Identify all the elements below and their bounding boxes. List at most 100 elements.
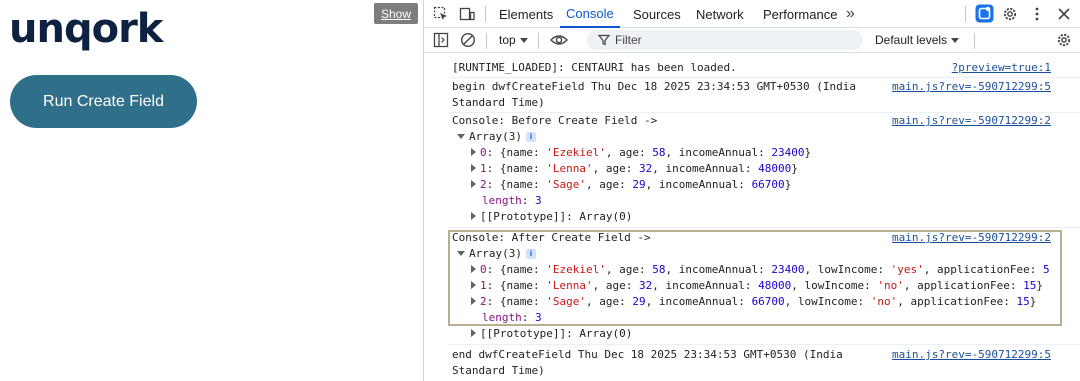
message-divider [448, 227, 1080, 228]
tab-sources[interactable]: Sources [633, 0, 681, 28]
item-name: 'Ezekiel' [546, 146, 606, 159]
array-toggle-before[interactable]: Array(3) i [457, 129, 536, 145]
item-name: 'Ezekiel' [546, 263, 606, 276]
item-income: 66700 [751, 295, 785, 308]
caret-down-icon [520, 38, 528, 43]
array-item-before[interactable]: 0: {name: 'Ezekiel', age: 58, incomeAnnu… [471, 145, 811, 161]
filterbar-separator [486, 33, 487, 49]
item-income: 66700 [751, 178, 785, 191]
length-value: 3 [535, 194, 542, 207]
console-filterbar: top Filter Default levels [424, 28, 1080, 53]
item-fee: 15 [1023, 279, 1037, 292]
array-item-after[interactable]: 2: {name: 'Sage', age: 29, incomeAnnual:… [471, 294, 1036, 310]
filter-funnel-icon [598, 34, 610, 46]
console-message-runtime: [RUNTIME_LOADED]: CENTAURI has been load… [452, 61, 737, 74]
source-link[interactable]: main.js?rev=-590712299:2 [892, 113, 1051, 129]
info-icon: i [525, 249, 536, 259]
tabbar-separator [485, 6, 486, 22]
ai-assistance-icon[interactable] [975, 4, 994, 23]
message-divider [448, 344, 1080, 345]
item-low-income: 'no' [870, 295, 898, 308]
expanded-triangle-icon [457, 134, 465, 139]
item-index: 1 [480, 279, 487, 292]
collapsed-triangle-icon [471, 281, 476, 289]
item-index: 2 [480, 178, 487, 191]
collapsed-triangle-icon [471, 164, 476, 172]
collapsed-triangle-icon [471, 265, 476, 273]
console-message-end-line: end dwfCreateField Thu Dec 18 2025 23:34… [452, 348, 843, 361]
item-age: 58 [652, 146, 666, 159]
more-tabs-icon[interactable]: » [846, 0, 855, 28]
message-divider [448, 77, 1080, 78]
item-index: 2 [480, 295, 487, 308]
item-income: 48000 [758, 279, 792, 292]
prototype-before[interactable]: [[Prototype]]: Array(0) [471, 209, 632, 225]
item-index: 1 [480, 162, 487, 175]
item-name: 'Sage' [546, 295, 586, 308]
tab-network[interactable]: Network [696, 0, 744, 28]
close-devtools-icon[interactable] [1056, 6, 1072, 22]
item-fee: 15 [1016, 295, 1030, 308]
array-item-before[interactable]: 1: {name: 'Lenna', age: 32, incomeAnnual… [471, 161, 798, 177]
filter-input[interactable]: Filter [587, 30, 863, 50]
array-label: Array(3) [469, 130, 522, 143]
clear-console-icon[interactable] [460, 32, 476, 48]
item-index: 0 [480, 146, 487, 159]
console-message-begin-line: begin dwfCreateField Thu Dec 18 2025 23:… [452, 80, 856, 93]
filterbar-separator [974, 33, 975, 49]
settings-gear-icon[interactable] [1002, 6, 1018, 22]
caret-down-icon [951, 38, 959, 43]
console-message-before-label: Console: Before Create Field -> [452, 114, 658, 127]
source-link[interactable]: ?preview=true:1 [952, 60, 1051, 76]
more-options-icon[interactable] [1029, 6, 1045, 22]
prototype-after[interactable]: [[Prototype]]: Array(0) [471, 326, 632, 342]
tab-performance[interactable]: Performance [763, 0, 837, 28]
length-value: 3 [535, 311, 542, 324]
devtools-panel: Elements Console Sources Network Perform… [423, 0, 1080, 381]
unqork-logo: unqork [9, 6, 163, 52]
item-low-income: 'yes' [890, 263, 924, 276]
array-item-before[interactable]: 2: {name: 'Sage', age: 29, incomeAnnual:… [471, 177, 791, 193]
item-low-income: 'no' [877, 279, 904, 292]
tabbar-separator [965, 6, 966, 22]
filter-placeholder: Filter [615, 33, 642, 47]
collapsed-triangle-icon [471, 148, 476, 156]
item-age: 58 [652, 263, 666, 276]
collapsed-triangle-icon [471, 329, 476, 337]
source-link[interactable]: main.js?rev=-590712299:5 [892, 347, 1051, 363]
show-button[interactable]: Show [374, 3, 418, 24]
console-settings-gear-icon[interactable] [1056, 32, 1072, 48]
console-output: [RUNTIME_LOADED]: CENTAURI has been load… [424, 53, 1080, 381]
tab-console[interactable]: Console [560, 0, 620, 28]
item-name: 'Lenna' [546, 279, 593, 292]
tab-elements[interactable]: Elements [499, 0, 553, 28]
prototype-label: [[Prototype]]: Array(0) [480, 210, 633, 223]
console-message-after-label: Console: After Create Field -> [452, 231, 651, 244]
item-index: 0 [480, 263, 487, 276]
sidebar-toggle-icon[interactable] [433, 32, 449, 48]
context-selector[interactable]: top [499, 33, 516, 47]
run-create-field-button[interactable]: Run Create Field [10, 75, 197, 128]
devtools-tabbar: Elements Console Sources Network Perform… [424, 0, 1080, 28]
collapsed-triangle-icon [471, 180, 476, 188]
item-income: 23400 [771, 146, 805, 159]
app-panel: unqork Run Create Field Show [0, 0, 423, 381]
source-link[interactable]: main.js?rev=-590712299:5 [892, 79, 1051, 95]
item-name: 'Lenna' [546, 162, 593, 175]
inspect-element-icon[interactable] [433, 6, 449, 22]
console-message-begin-line: Standard Time) [452, 96, 545, 109]
log-levels-dropdown[interactable]: Default levels [875, 33, 947, 47]
array-toggle-after[interactable]: Array(3) i [457, 246, 536, 262]
live-expression-eye-icon[interactable] [550, 32, 568, 48]
item-fee: 5 [1042, 263, 1050, 276]
array-item-after[interactable]: 1: {name: 'Lenna', age: 32, incomeAnnual… [471, 278, 1043, 294]
filterbar-separator [538, 33, 539, 49]
info-icon: i [525, 132, 536, 142]
device-toolbar-icon[interactable] [459, 6, 475, 22]
source-link[interactable]: main.js?rev=-590712299:2 [892, 230, 1051, 246]
item-income: 48000 [758, 162, 792, 175]
item-income: 23400 [771, 263, 805, 276]
array-length-before: length: 3 [482, 194, 542, 207]
array-item-after[interactable]: 0: {name: 'Ezekiel', age: 58, incomeAnnu… [471, 262, 1050, 278]
expanded-triangle-icon [457, 251, 465, 256]
